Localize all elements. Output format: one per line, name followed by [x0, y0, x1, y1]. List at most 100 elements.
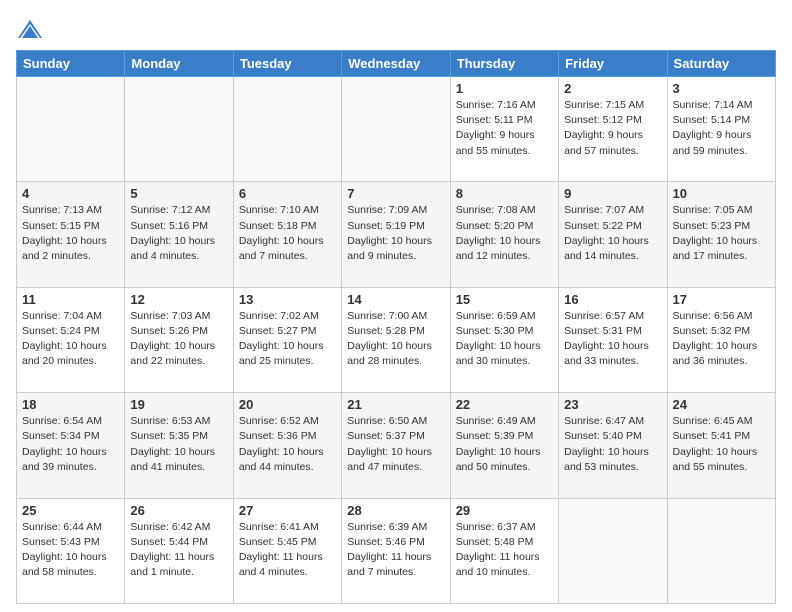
- logo: [16, 16, 48, 44]
- day-number: 1: [456, 81, 553, 96]
- calendar-cell: 7 Sunrise: 7:09 AM Sunset: 5:19 PM Daylig…: [342, 182, 450, 287]
- day-number: 25: [22, 503, 119, 518]
- day-info: Sunrise: 6:37 AM Sunset: 5:48 PM Dayligh…: [456, 520, 553, 581]
- day-number: 9: [564, 186, 661, 201]
- calendar-cell: 9 Sunrise: 7:07 AM Sunset: 5:22 PM Daylig…: [559, 182, 667, 287]
- calendar-cell: 16 Sunrise: 6:57 AM Sunset: 5:31 PM Dayli…: [559, 287, 667, 392]
- logo-icon: [16, 16, 44, 44]
- calendar-cell: 26 Sunrise: 6:42 AM Sunset: 5:44 PM Dayli…: [125, 498, 233, 603]
- day-number: 19: [130, 397, 227, 412]
- calendar-cell: 29 Sunrise: 6:37 AM Sunset: 5:48 PM Dayli…: [450, 498, 558, 603]
- calendar-cell: 10 Sunrise: 7:05 AM Sunset: 5:23 PM Dayli…: [667, 182, 775, 287]
- day-info: Sunrise: 7:08 AM Sunset: 5:20 PM Dayligh…: [456, 203, 553, 264]
- calendar-cell: 25 Sunrise: 6:44 AM Sunset: 5:43 PM Dayli…: [17, 498, 125, 603]
- calendar-header-monday: Monday: [125, 51, 233, 77]
- day-info: Sunrise: 7:16 AM Sunset: 5:11 PM Dayligh…: [456, 98, 553, 159]
- day-info: Sunrise: 7:05 AM Sunset: 5:23 PM Dayligh…: [673, 203, 770, 264]
- day-number: 5: [130, 186, 227, 201]
- day-number: 18: [22, 397, 119, 412]
- day-number: 16: [564, 292, 661, 307]
- calendar-cell: [667, 498, 775, 603]
- calendar-cell: [17, 77, 125, 182]
- calendar-cell: 22 Sunrise: 6:49 AM Sunset: 5:39 PM Dayli…: [450, 393, 558, 498]
- calendar-cell: 4 Sunrise: 7:13 AM Sunset: 5:15 PM Daylig…: [17, 182, 125, 287]
- day-number: 11: [22, 292, 119, 307]
- day-info: Sunrise: 7:10 AM Sunset: 5:18 PM Dayligh…: [239, 203, 336, 264]
- day-number: 6: [239, 186, 336, 201]
- calendar-header-thursday: Thursday: [450, 51, 558, 77]
- calendar-week-4: 18 Sunrise: 6:54 AM Sunset: 5:34 PM Dayli…: [17, 393, 776, 498]
- header: [16, 12, 776, 44]
- day-info: Sunrise: 6:53 AM Sunset: 5:35 PM Dayligh…: [130, 414, 227, 475]
- day-info: Sunrise: 6:41 AM Sunset: 5:45 PM Dayligh…: [239, 520, 336, 581]
- day-number: 4: [22, 186, 119, 201]
- calendar-header-saturday: Saturday: [667, 51, 775, 77]
- calendar-cell: 2Sunrise: 7:15 AM Sunset: 5:12 PM Daylig…: [559, 77, 667, 182]
- day-number: 21: [347, 397, 444, 412]
- day-info: Sunrise: 6:47 AM Sunset: 5:40 PM Dayligh…: [564, 414, 661, 475]
- calendar-header-tuesday: Tuesday: [233, 51, 341, 77]
- day-info: Sunrise: 7:14 AM Sunset: 5:14 PM Dayligh…: [673, 98, 770, 159]
- calendar-cell: 18 Sunrise: 6:54 AM Sunset: 5:34 PM Dayli…: [17, 393, 125, 498]
- day-number: 12: [130, 292, 227, 307]
- calendar-cell: 6 Sunrise: 7:10 AM Sunset: 5:18 PM Daylig…: [233, 182, 341, 287]
- day-number: 3: [673, 81, 770, 96]
- day-info: Sunrise: 6:56 AM Sunset: 5:32 PM Dayligh…: [673, 309, 770, 370]
- day-info: Sunrise: 6:49 AM Sunset: 5:39 PM Dayligh…: [456, 414, 553, 475]
- day-number: 15: [456, 292, 553, 307]
- day-number: 26: [130, 503, 227, 518]
- calendar-cell: [125, 77, 233, 182]
- day-info: Sunrise: 7:15 AM Sunset: 5:12 PM Dayligh…: [564, 98, 661, 159]
- calendar-cell: 14 Sunrise: 7:00 AM Sunset: 5:28 PM Dayli…: [342, 287, 450, 392]
- calendar-cell: 11Sunrise: 7:04 AM Sunset: 5:24 PM Dayli…: [17, 287, 125, 392]
- day-info: Sunrise: 7:07 AM Sunset: 5:22 PM Dayligh…: [564, 203, 661, 264]
- day-info: Sunrise: 6:59 AM Sunset: 5:30 PM Dayligh…: [456, 309, 553, 370]
- day-number: 27: [239, 503, 336, 518]
- day-number: 7: [347, 186, 444, 201]
- calendar-header-friday: Friday: [559, 51, 667, 77]
- calendar-table: SundayMondayTuesdayWednesdayThursdayFrid…: [16, 50, 776, 604]
- calendar-week-3: 11Sunrise: 7:04 AM Sunset: 5:24 PM Dayli…: [17, 287, 776, 392]
- day-info: Sunrise: 6:45 AM Sunset: 5:41 PM Dayligh…: [673, 414, 770, 475]
- day-info: Sunrise: 6:54 AM Sunset: 5:34 PM Dayligh…: [22, 414, 119, 475]
- calendar-cell: 1 Sunrise: 7:16 AM Sunset: 5:11 PM Daylig…: [450, 77, 558, 182]
- calendar-cell: 27 Sunrise: 6:41 AM Sunset: 5:45 PM Dayli…: [233, 498, 341, 603]
- day-info: Sunrise: 7:09 AM Sunset: 5:19 PM Dayligh…: [347, 203, 444, 264]
- calendar-cell: 21Sunrise: 6:50 AM Sunset: 5:37 PM Dayli…: [342, 393, 450, 498]
- calendar-cell: 23 Sunrise: 6:47 AM Sunset: 5:40 PM Dayli…: [559, 393, 667, 498]
- calendar-header-row: SundayMondayTuesdayWednesdayThursdayFrid…: [17, 51, 776, 77]
- day-info: Sunrise: 7:02 AM Sunset: 5:27 PM Dayligh…: [239, 309, 336, 370]
- day-number: 14: [347, 292, 444, 307]
- day-info: Sunrise: 6:39 AM Sunset: 5:46 PM Dayligh…: [347, 520, 444, 581]
- calendar-cell: [233, 77, 341, 182]
- day-info: Sunrise: 6:52 AM Sunset: 5:36 PM Dayligh…: [239, 414, 336, 475]
- day-number: 23: [564, 397, 661, 412]
- calendar-week-5: 25 Sunrise: 6:44 AM Sunset: 5:43 PM Dayli…: [17, 498, 776, 603]
- calendar-cell: 24 Sunrise: 6:45 AM Sunset: 5:41 PM Dayli…: [667, 393, 775, 498]
- day-number: 24: [673, 397, 770, 412]
- calendar-cell: 8 Sunrise: 7:08 AM Sunset: 5:20 PM Daylig…: [450, 182, 558, 287]
- calendar-week-2: 4 Sunrise: 7:13 AM Sunset: 5:15 PM Daylig…: [17, 182, 776, 287]
- calendar-header-sunday: Sunday: [17, 51, 125, 77]
- day-info: Sunrise: 7:00 AM Sunset: 5:28 PM Dayligh…: [347, 309, 444, 370]
- calendar-cell: [559, 498, 667, 603]
- day-info: Sunrise: 7:12 AM Sunset: 5:16 PM Dayligh…: [130, 203, 227, 264]
- day-info: Sunrise: 6:44 AM Sunset: 5:43 PM Dayligh…: [22, 520, 119, 581]
- day-info: Sunrise: 6:57 AM Sunset: 5:31 PM Dayligh…: [564, 309, 661, 370]
- day-info: Sunrise: 7:13 AM Sunset: 5:15 PM Dayligh…: [22, 203, 119, 264]
- calendar-cell: 5 Sunrise: 7:12 AM Sunset: 5:16 PM Daylig…: [125, 182, 233, 287]
- calendar-cell: 20Sunrise: 6:52 AM Sunset: 5:36 PM Dayli…: [233, 393, 341, 498]
- page: SundayMondayTuesdayWednesdayThursdayFrid…: [0, 0, 792, 612]
- day-number: 8: [456, 186, 553, 201]
- calendar-cell: 12 Sunrise: 7:03 AM Sunset: 5:26 PM Dayli…: [125, 287, 233, 392]
- day-number: 13: [239, 292, 336, 307]
- calendar-cell: 13 Sunrise: 7:02 AM Sunset: 5:27 PM Dayli…: [233, 287, 341, 392]
- day-number: 22: [456, 397, 553, 412]
- day-number: 29: [456, 503, 553, 518]
- day-number: 10: [673, 186, 770, 201]
- calendar-cell: 17Sunrise: 6:56 AM Sunset: 5:32 PM Dayli…: [667, 287, 775, 392]
- day-info: Sunrise: 6:42 AM Sunset: 5:44 PM Dayligh…: [130, 520, 227, 581]
- calendar-cell: 15 Sunrise: 6:59 AM Sunset: 5:30 PM Dayli…: [450, 287, 558, 392]
- day-info: Sunrise: 7:03 AM Sunset: 5:26 PM Dayligh…: [130, 309, 227, 370]
- calendar-header-wednesday: Wednesday: [342, 51, 450, 77]
